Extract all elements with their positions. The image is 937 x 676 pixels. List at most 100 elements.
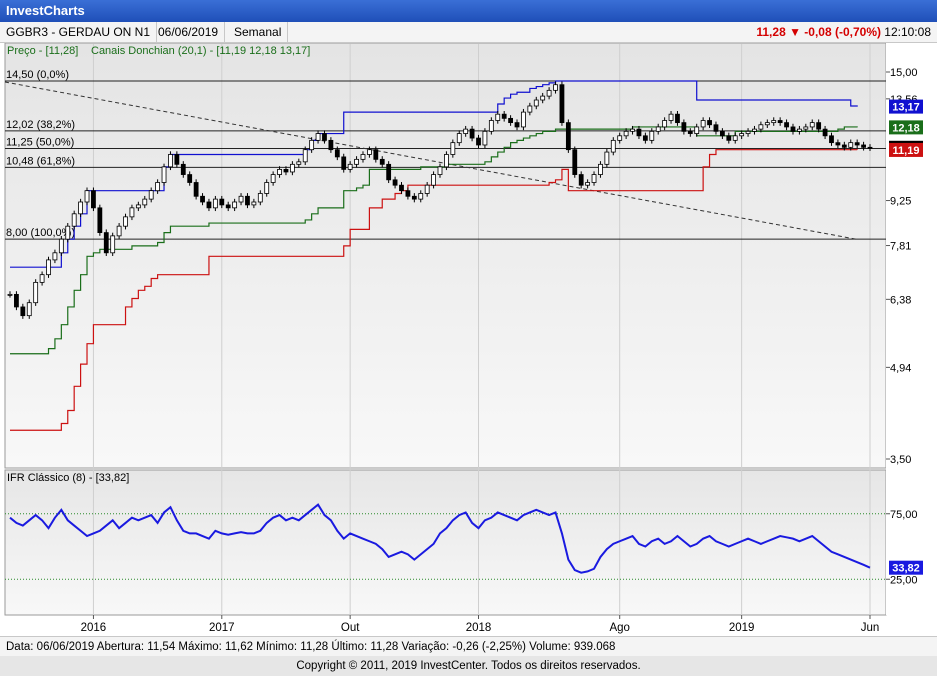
candle-body [341, 156, 347, 170]
candle-body [694, 126, 700, 134]
rsi-badge-label: 33,82 [892, 563, 920, 575]
fib-label: 10,48 (61,8%) [6, 155, 75, 167]
candle-body [411, 195, 417, 200]
candle-body [168, 154, 173, 168]
title-bar: InvestCharts [0, 0, 937, 22]
candle-body [360, 154, 366, 160]
candle-body [521, 111, 526, 128]
candle-body [142, 198, 148, 206]
price-legend: Preço - [11,28] [7, 45, 78, 57]
candle-body [514, 122, 520, 128]
candle-body [328, 139, 334, 151]
candle-body [508, 117, 513, 124]
price-tick-label: 4,94 [890, 362, 911, 374]
candle-body [399, 184, 404, 192]
candle-body [687, 130, 693, 134]
price-badge-label: 11,19 [893, 145, 920, 157]
candle-body [180, 163, 186, 175]
candle-body [135, 204, 141, 209]
candle-body [379, 158, 385, 165]
candle-body [65, 225, 71, 240]
candle-body [668, 113, 674, 121]
donchian-legend: Canais Donchian (20,1) - [11,19 12,18 13… [91, 45, 310, 57]
candle-body [822, 128, 828, 137]
candle-body [373, 149, 379, 160]
candle-body [790, 126, 796, 132]
candle-body [431, 174, 436, 186]
candle-body [835, 142, 841, 146]
candle-body [803, 126, 809, 130]
candle-body [123, 216, 128, 227]
candle-body [46, 259, 51, 276]
candle-body [97, 207, 103, 233]
candle-body [764, 122, 770, 126]
candle-body [386, 163, 392, 181]
candle-body [482, 130, 488, 146]
candle-body [7, 293, 13, 296]
time-tick-label: Out [341, 622, 360, 634]
candle-body [739, 133, 745, 137]
candle-body [129, 207, 135, 218]
candle-body [418, 193, 424, 200]
candle-body [367, 149, 372, 155]
candle-body [232, 201, 238, 209]
candle-body [238, 195, 244, 203]
time-tick-label: Ago [609, 622, 629, 634]
candle-body [91, 190, 96, 209]
candle-body [848, 142, 854, 148]
candle-body [565, 122, 571, 151]
candle-body [225, 204, 231, 209]
candle-body [347, 163, 353, 170]
candle-body [649, 130, 655, 141]
candle-body [58, 238, 64, 254]
candle-body [334, 149, 340, 158]
candle-body [777, 120, 783, 124]
candle-body [681, 122, 687, 132]
candle-body [809, 122, 815, 128]
candle-body [289, 163, 295, 173]
period-label[interactable]: Semanal [228, 22, 289, 42]
candle-body [553, 84, 558, 91]
candle-body [212, 198, 218, 209]
candle-body [174, 154, 180, 165]
candle-body [456, 133, 462, 144]
candle-body [591, 174, 597, 183]
time-tick-label: Jun [861, 622, 880, 634]
time-tick-label: 2017 [209, 622, 235, 634]
candle-body [488, 120, 494, 132]
candle-body [187, 174, 193, 183]
candle-body [732, 135, 738, 141]
candle-body [14, 293, 19, 308]
candle-body [771, 120, 777, 124]
candle-body [572, 149, 578, 175]
fib-label: 8,00 (100,0%) [6, 227, 75, 239]
ticker-label[interactable]: GGBR3 - GERDAU ON N1 [0, 22, 158, 42]
price-tick-label: 15,00 [890, 67, 918, 79]
fib-label: 14,50 (0,0%) [6, 69, 69, 81]
candle-body [617, 135, 623, 141]
price-tick-label: 6,38 [890, 294, 911, 306]
date-label[interactable]: 06/06/2019 [152, 22, 226, 42]
candle-body [283, 168, 289, 173]
candle-body [392, 179, 398, 186]
candle-body [816, 122, 822, 130]
rsi-tick-label: 25,00 [890, 574, 918, 586]
candle-body [841, 144, 847, 148]
candle-body [527, 105, 533, 113]
candle-body [719, 130, 725, 137]
candle-body [200, 195, 205, 203]
candle-body [726, 135, 732, 141]
candle-body [501, 113, 507, 119]
fib-label: 12,02 (38,2%) [6, 119, 75, 131]
time-tick-label: 2019 [729, 622, 755, 634]
candle-body [745, 130, 751, 134]
candle-body [861, 144, 866, 148]
candle-body [450, 142, 456, 155]
candle-body [707, 120, 712, 126]
candle-body [533, 99, 539, 107]
chart-svg[interactable]: 20162017Out2018Ago2019Jun15,0013,569,257… [0, 43, 937, 636]
candle-body [71, 213, 77, 227]
candle-body [675, 113, 680, 124]
candle-body [655, 126, 661, 132]
candle-body [251, 201, 257, 206]
